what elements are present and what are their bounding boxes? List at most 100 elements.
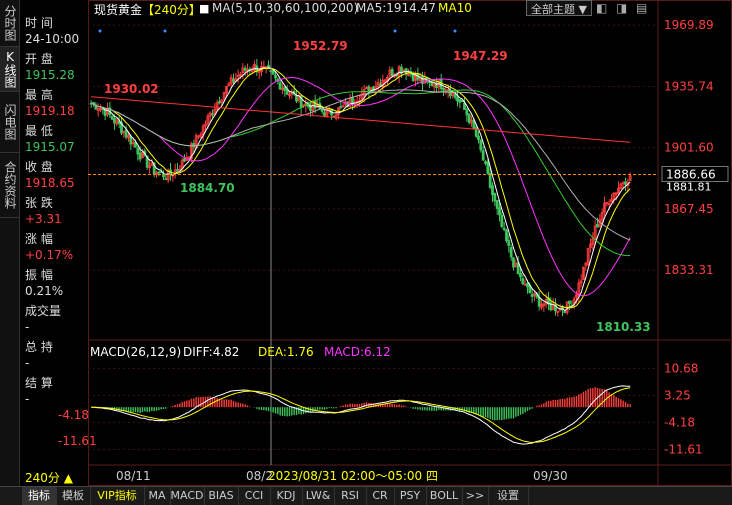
macd-left-tick: -4.18 [58,408,90,422]
macd-header: MACD(26,12,9) DIFF:4.82 DEA:1.76 MACD:6.… [90,344,490,360]
left-tab-bar: 分时图 K线图 闪电图 合约资料 [0,0,20,486]
y-tick-label: 1833.31 [664,263,714,277]
candle-body [129,136,133,145]
candle-body [507,240,511,247]
price-annotation: 1947.29 [453,49,508,63]
current-price-alt-label: 1881.81 [666,181,712,194]
candle-body [491,185,494,196]
info-label: 最 低 [25,124,53,138]
info-value: 0.21% [25,284,64,298]
candle-body [157,171,161,174]
indicator-tab[interactable]: BOLL [426,487,463,505]
candle-body [138,152,142,160]
candle-body [465,109,469,116]
candle-body [486,161,490,174]
left-tab-3[interactable]: 合约资料 [0,153,19,218]
indicator-tab[interactable]: MA [144,487,171,505]
candle-body [323,112,326,117]
price-annotation: 1930.02 [104,82,159,96]
list-icon[interactable]: ▤ [636,1,647,15]
indicator-tab[interactable]: BIAS [204,487,239,505]
topic-dropdown[interactable]: 全部主题 ▼ [526,0,592,16]
y-tick-label: 1901.60 [664,141,714,155]
chart-header: 现货黄金 【240分】 ■ MA(5,10,30,60,100,200) MA5… [92,0,732,17]
macd-dea-line [91,387,631,443]
indicator-tab[interactable]: VIP指标 [90,487,145,505]
info-label: 开 盘 [25,52,53,66]
candle-body [479,140,483,151]
candle-body [493,192,497,202]
info-label: 成交量 [25,304,62,318]
indicator-tab[interactable]: CCI [238,487,271,505]
layout-icon[interactable]: ◧ [596,1,607,15]
indicator-tab[interactable]: 设置 [488,487,529,505]
indicator-tab[interactable]: >> [462,487,489,505]
info-value: +3.31 [25,212,62,226]
candle-body [278,82,282,90]
ma-line-ma5 [91,67,631,312]
indicator-tab[interactable]: RSI [334,487,367,505]
candle-body [232,78,235,83]
price-annotation: 1884.70 [180,181,235,195]
candle-body [295,94,298,102]
ma5-value: MA5:1914.47 [356,1,436,15]
candle-body [512,257,515,268]
ma-line-ma100 [91,89,631,241]
period-selector[interactable]: 240分 ▲ [25,469,85,485]
symbol-title: 现货黄金 [94,3,143,17]
crosshair-time-label: 2023/08/31 02:00～05:00 四 [268,469,438,483]
ma-indicator-icon: ■ [199,2,210,15]
candle-body [481,150,485,161]
candle-body [456,97,459,102]
candle-body [136,148,140,155]
candle-body [596,224,599,228]
macd-y-tick-label: -11.61 [664,442,703,456]
candle-body [502,227,506,231]
candle-body [176,169,179,171]
candle-body [124,129,128,138]
candle-body [110,116,114,120]
macd-y-tick-label: -4.18 [664,415,695,429]
candle-body [313,100,317,109]
ma-line-ma30 [91,76,631,297]
indicator-tab[interactable]: PSY [394,487,427,505]
candle-body [537,296,541,307]
chart-area[interactable]: 1969.89 1935.74 1901.60 1867.45 1833.31 1886.… [88,0,732,486]
info-value: 24-10:00 [25,32,80,46]
candle-body [467,113,471,123]
info-value: 1915.28 [25,68,75,82]
ma10-value: MA10 [438,1,472,15]
event-marker [163,29,167,33]
candle-body [526,282,529,288]
indicator-tab[interactable]: CR [366,487,395,505]
left-tab-2[interactable]: 闪电图 [0,92,19,153]
indicator-tab[interactable]: 指标 [22,487,57,505]
info-label: 最 高 [25,88,53,102]
indicator-tab[interactable]: MACD [170,487,205,505]
info-value: 1915.07 [25,140,75,154]
left-tab-0[interactable]: 分时图 [0,0,19,47]
event-marker [453,29,457,33]
macd-value: MACD:6.12 [324,345,391,359]
ma-line-ma10 [91,67,631,309]
x-tick-label: 09/30 [533,469,568,483]
x-tick-label: 08/11 [116,469,151,483]
indicator-tab[interactable]: LW& [302,487,335,505]
price-annotation: 1810.33 [596,320,651,334]
candle-body [243,67,247,71]
candle-body [113,118,116,124]
candle-body [498,207,501,216]
info-value: 1919.18 [25,104,75,118]
price-annotation: 1952.79 [293,39,348,53]
macd-diff: DIFF:4.82 [183,345,240,359]
indicator-tab[interactable]: 模板 [56,487,91,505]
macd-dea: DEA:1.76 [258,345,314,359]
left-tab-1[interactable]: K线图 [0,47,19,92]
split-icon[interactable]: ◨ [616,1,627,15]
candle-body [183,158,186,162]
candle-body [274,74,277,79]
candle-body [285,89,289,95]
period-tag: 【240分】 [142,3,201,17]
indicator-tab[interactable]: KDJ [270,487,303,505]
info-label: 总 持 [25,340,53,354]
